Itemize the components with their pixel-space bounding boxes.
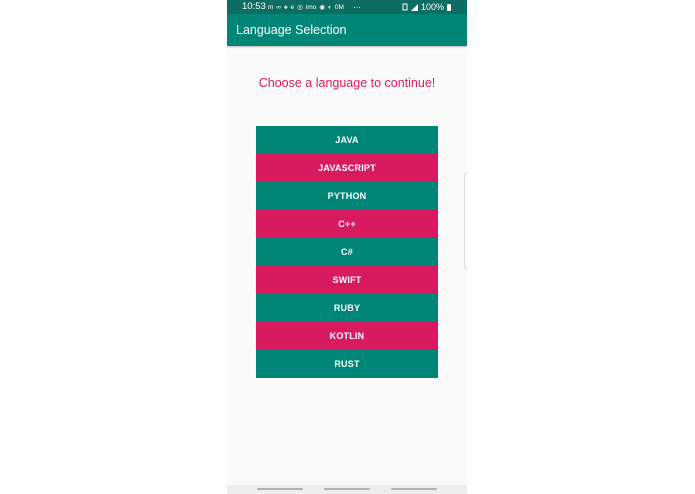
notification-icon: ◎ xyxy=(297,3,303,11)
status-time: 10:53 xyxy=(242,1,266,12)
app-bar: Language Selection xyxy=(227,14,467,46)
language-button-csharp[interactable]: C# xyxy=(256,238,438,266)
more-notifications-icon: ··· xyxy=(352,2,361,12)
language-button-javascript[interactable]: JAVASCRIPT xyxy=(256,154,438,182)
notification-icon: ∞ xyxy=(276,3,282,11)
language-button-cpp[interactable]: C++ xyxy=(256,210,438,238)
notification-icon: ◐ xyxy=(327,3,332,11)
home-nav-button[interactable] xyxy=(324,488,370,490)
language-button-ruby[interactable]: RUBY xyxy=(256,294,438,322)
notification-icon: m xyxy=(268,3,274,11)
page-title: Language Selection xyxy=(236,23,347,37)
battery-icon xyxy=(447,3,451,11)
back-nav-button[interactable] xyxy=(391,488,437,490)
notification-icon: ◉ xyxy=(319,3,325,11)
language-button-swift[interactable]: SWIFT xyxy=(256,266,438,294)
recents-nav-button[interactable] xyxy=(257,488,303,490)
phone-screen: 10:53 m ∞ ♠ e ◎ imo ◉ ◐ 0M ··· 100% Lang… xyxy=(227,0,467,494)
notification-icon: ♠ xyxy=(284,3,288,11)
prompt-text: Choose a language to continue! xyxy=(258,76,436,90)
notification-icons: m ∞ ♠ e ◎ imo ◉ ◐ 0M ··· xyxy=(268,0,361,14)
language-button-kotlin[interactable]: KOTLIN xyxy=(256,322,438,350)
notification-icon: imo xyxy=(305,3,317,11)
language-button-python[interactable]: PYTHON xyxy=(256,182,438,210)
navigation-bar xyxy=(227,485,467,494)
battery-percent: 100% xyxy=(420,2,444,12)
notification-icon: e xyxy=(290,3,295,11)
wifi-icon xyxy=(410,3,418,11)
language-button-rust[interactable]: RUST xyxy=(256,350,438,378)
edge-panel-handle[interactable] xyxy=(464,172,468,270)
alarm-icon xyxy=(402,3,408,11)
status-bar: 10:53 m ∞ ♠ e ◎ imo ◉ ◐ 0M ··· 100% xyxy=(227,0,467,14)
language-button-java[interactable]: JAVA xyxy=(256,126,438,154)
status-right: 100% xyxy=(402,0,451,14)
notification-icon: 0M xyxy=(334,3,344,11)
language-list: JAVA JAVASCRIPT PYTHON C++ C# SWIFT RUBY… xyxy=(256,126,438,378)
